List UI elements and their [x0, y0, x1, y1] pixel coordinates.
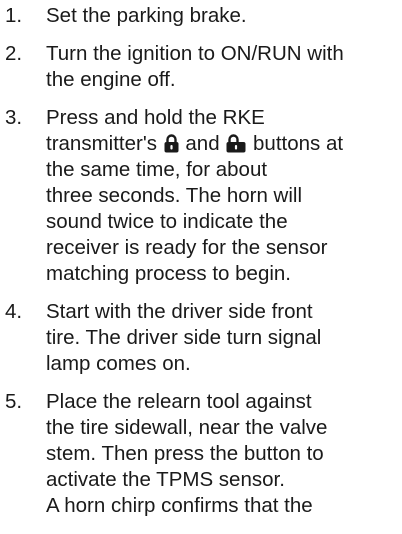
step-text-line: stem. Then press the button to	[46, 442, 324, 465]
step-text-line: Place the relearn tool against	[46, 390, 312, 413]
step-number: 3.	[5, 106, 23, 129]
step-text-fragment: transmitter's	[46, 132, 157, 155]
step-4: 4. Start with the driver side front tire…	[0, 299, 402, 377]
step-text-line: tire. The driver side turn signal	[46, 326, 322, 349]
step-text-line: the engine off.	[46, 68, 176, 91]
step-text-line: Set the parking brake.	[46, 4, 247, 27]
step-text-line: lamp comes on.	[46, 352, 191, 375]
step-5: 5. Place the relearn tool against the ti…	[0, 389, 402, 519]
step-text-line: Start with the driver side front	[46, 300, 313, 323]
step-number: 1.	[5, 4, 23, 27]
step-text-fragment: and	[185, 132, 220, 155]
step-text-line: Turn the ignition to ON/RUN with	[46, 42, 344, 65]
step-number: 2.	[5, 42, 23, 65]
tpms-relearn-steps: 1. Set the parking brake. 2. Turn the ig…	[0, 3, 402, 531]
step-text-fragment: buttons at	[253, 132, 344, 155]
step-number: 5.	[5, 390, 23, 413]
step-text-line: Press and hold the RKE	[46, 106, 265, 129]
step-text-line: the same time, for about	[46, 158, 268, 181]
step-text-line: three seconds. The horn will	[46, 184, 303, 207]
step-text-line: matching process to begin.	[46, 262, 291, 285]
step-text-line: sound twice to indicate the	[46, 210, 288, 233]
step-number: 4.	[5, 300, 23, 323]
manual-page: 1. Set the parking brake. 2. Turn the ig…	[0, 0, 402, 534]
step-2: 2. Turn the ignition to ON/RUN with the …	[0, 41, 402, 93]
step-3: 3. Press and hold the RKE transmitter's …	[0, 105, 402, 287]
step-1: 1. Set the parking brake.	[0, 3, 402, 29]
step-text-line-with-icons: transmitter's and buttons at	[46, 131, 402, 157]
step-text-line: the tire sidewall, near the valve	[46, 416, 328, 439]
step-text-line: activate the TPMS sensor.	[46, 468, 285, 491]
lock-icon	[164, 134, 179, 153]
unlock-icon	[226, 134, 246, 153]
step-text-line: A horn chirp confirms that the	[46, 494, 313, 517]
step-text-line: receiver is ready for the sensor	[46, 236, 328, 259]
